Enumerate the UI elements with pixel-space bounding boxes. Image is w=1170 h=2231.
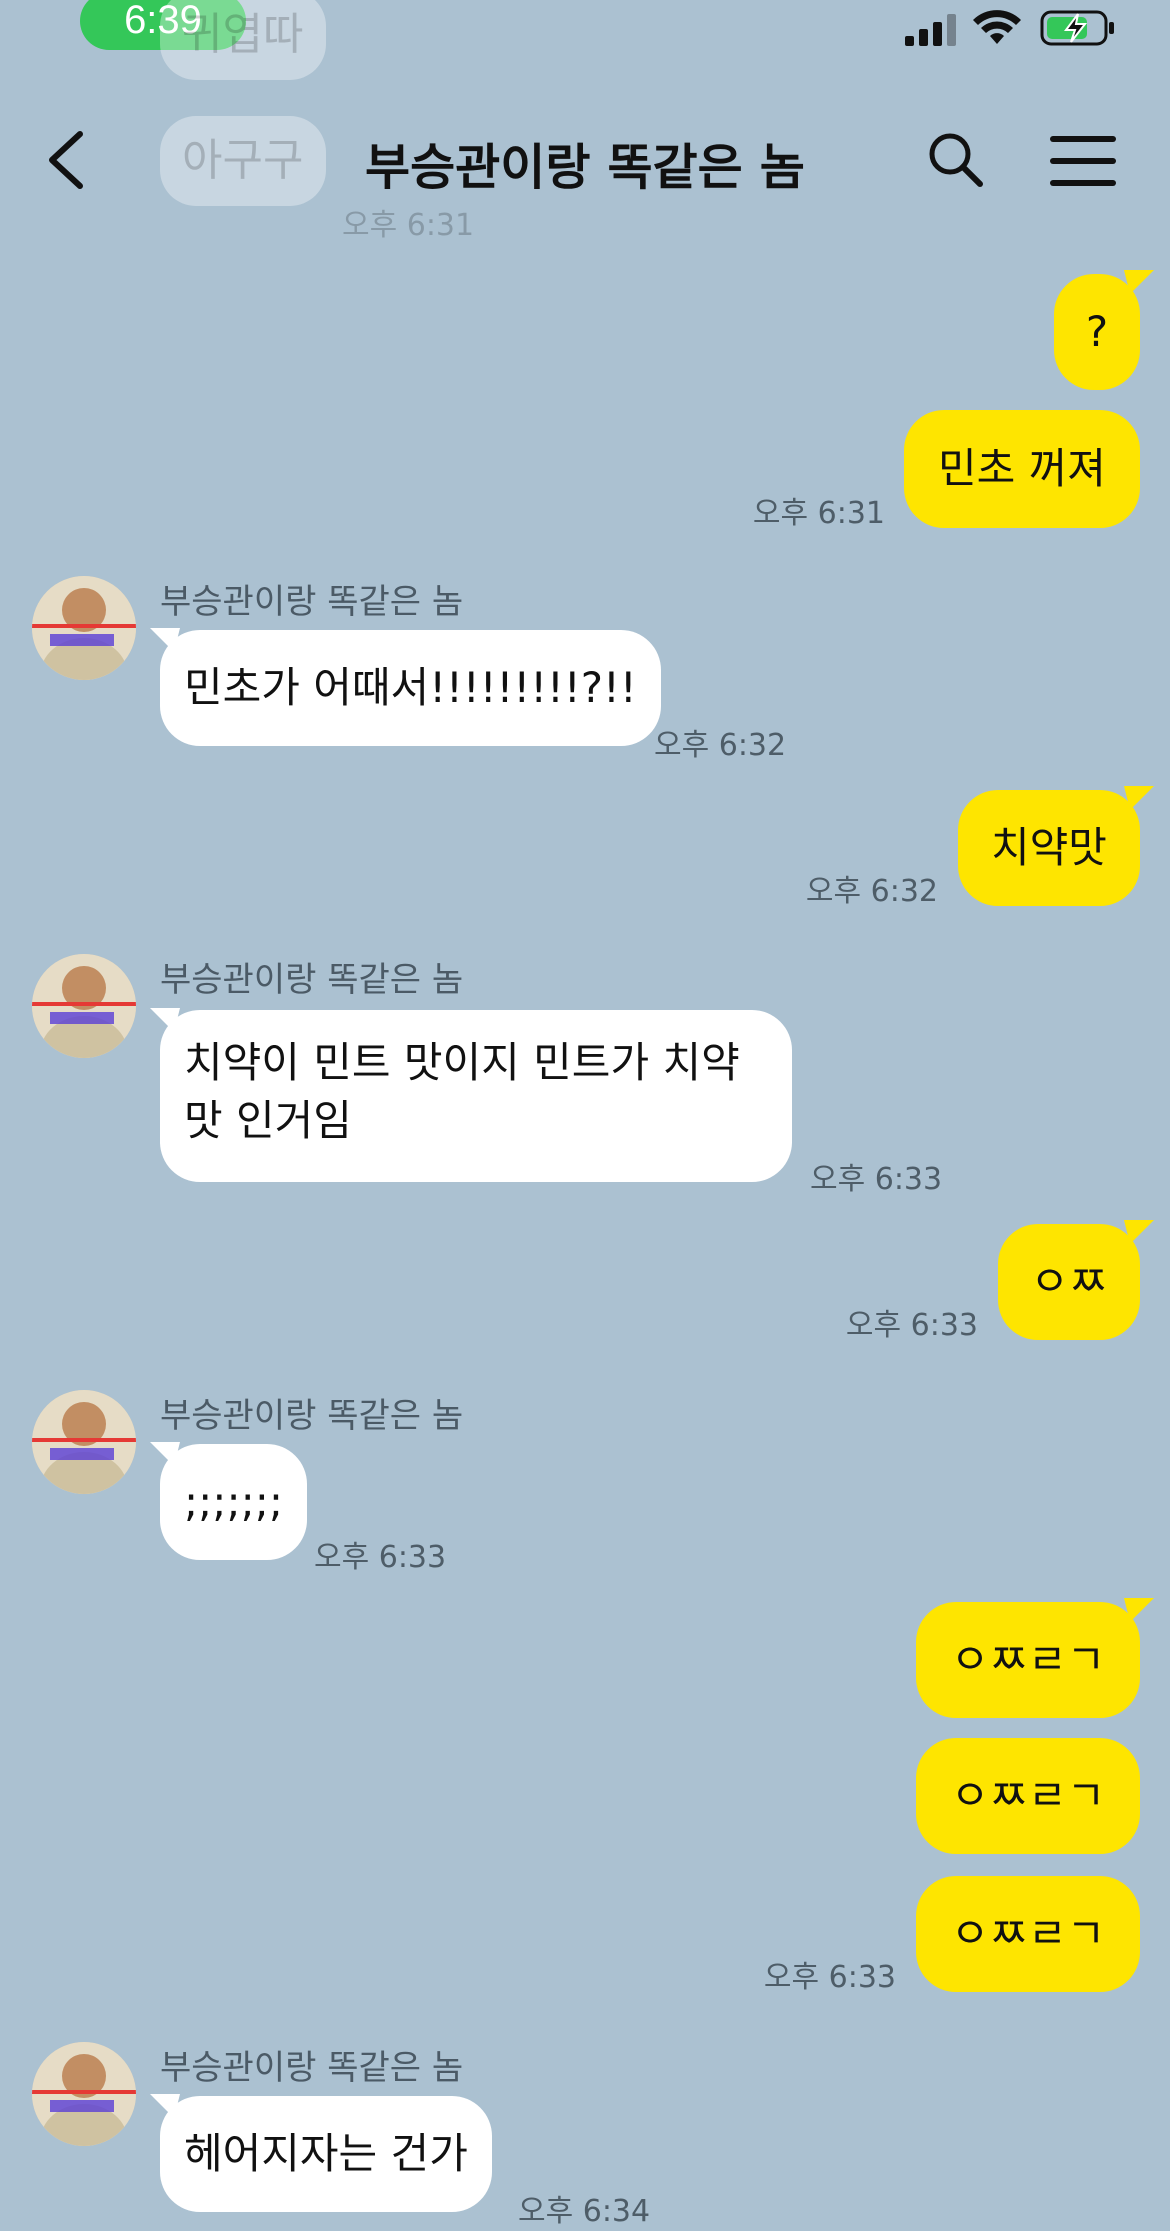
- bubble-tail: [150, 1008, 180, 1032]
- sender-name: 부승관이랑 똑같은 놈: [160, 960, 464, 1000]
- my-message-bubble[interactable]: ㅇㅉㄹㄱ: [916, 1876, 1140, 1992]
- bubble-tail: [150, 628, 180, 652]
- bubble-tail: [1124, 1598, 1154, 1622]
- bubble-tail: [150, 1442, 180, 1466]
- message-timestamp: 오후 6:32: [654, 728, 787, 763]
- message-timestamp: 오후 6:32: [805, 874, 938, 909]
- cellular-signal-icon: [905, 14, 956, 46]
- ghost-message: 귀엽따: [160, 0, 326, 80]
- other-message-bubble[interactable]: 민초가 어때서!!!!!!!!!?!!: [160, 630, 661, 746]
- message-timestamp: 오후 6:34: [518, 2194, 651, 2229]
- chat-title: 부승관이랑 똑같은 놈: [365, 139, 805, 196]
- my-message-bubble[interactable]: ㅇㅉ: [998, 1224, 1140, 1340]
- hamburger-menu-icon[interactable]: [1050, 136, 1116, 186]
- battery-charging-icon: [1040, 10, 1114, 46]
- search-icon[interactable]: [926, 130, 986, 190]
- other-message-bubble[interactable]: ;;;;;;;: [160, 1444, 308, 1560]
- bubble-tail: [150, 2094, 180, 2118]
- message-timestamp: 오후 6:33: [810, 1162, 943, 1197]
- sender-name: 부승관이랑 똑같은 놈: [160, 582, 464, 622]
- my-message-bubble[interactable]: ㅇㅉㄹㄱ: [916, 1738, 1140, 1854]
- message-timestamp: 오후 6:31: [752, 496, 885, 531]
- avatar[interactable]: [32, 576, 136, 680]
- wifi-icon: [973, 10, 1021, 44]
- bubble-tail: [1124, 786, 1154, 810]
- my-message-bubble[interactable]: ㅇㅉㄹㄱ: [916, 1602, 1140, 1718]
- bubble-tail: [1124, 270, 1154, 294]
- bubble-tail: [1124, 1220, 1154, 1244]
- chat-header: 부승관이랑 똑같은 놈: [0, 90, 1170, 230]
- message-timestamp: 오후 6:33: [763, 1960, 896, 1995]
- other-message-bubble[interactable]: 치약이 민트 맛이지 민트가 치약 맛 인거임: [160, 1010, 792, 1182]
- message-timestamp: 오후 6:33: [314, 1540, 447, 1575]
- sender-name: 부승관이랑 똑같은 놈: [160, 1396, 464, 1436]
- avatar[interactable]: [32, 954, 136, 1058]
- back-arrow-icon[interactable]: [44, 130, 88, 190]
- avatar[interactable]: [32, 2042, 136, 2146]
- other-message-bubble[interactable]: 헤어지자는 건가: [160, 2096, 492, 2212]
- sender-name: 부승관이랑 똑같은 놈: [160, 2048, 464, 2088]
- my-message-bubble[interactable]: 치약맛: [958, 790, 1140, 906]
- avatar[interactable]: [32, 1390, 136, 1494]
- message-timestamp: 오후 6:33: [845, 1308, 978, 1343]
- my-message-bubble[interactable]: 민초 꺼져: [904, 410, 1140, 528]
